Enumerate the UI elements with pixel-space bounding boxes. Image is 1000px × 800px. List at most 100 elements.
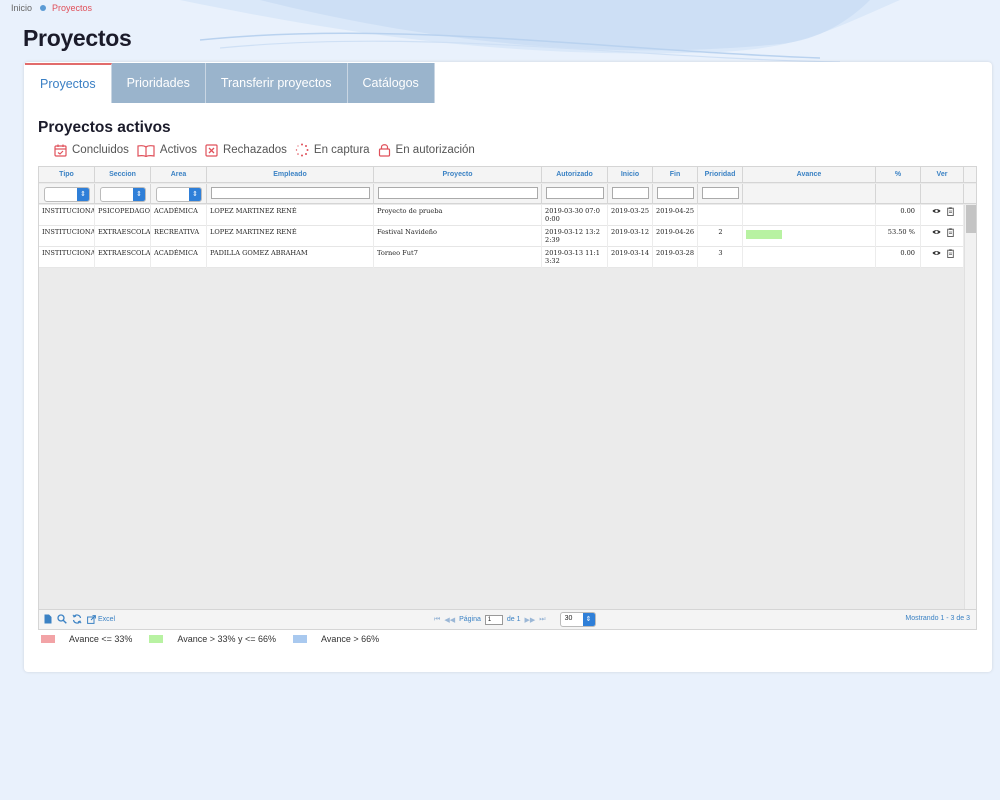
filter-cell-autorizado: [542, 184, 608, 204]
status-label: Activos: [159, 144, 197, 156]
filter-fin-input[interactable]: [657, 187, 694, 199]
filter-area-select[interactable]: ⇕: [156, 187, 202, 202]
cell-inicio: 2019-03-14: [608, 247, 653, 268]
search-icon[interactable]: [57, 614, 67, 624]
new-document-icon[interactable]: [44, 614, 52, 624]
status-concluidos: Concluidos: [54, 144, 129, 157]
column-header-empleado[interactable]: Empleado: [207, 167, 374, 183]
grid-header: Tipo Seccion Area Empleado Proyecto Auto…: [39, 167, 976, 183]
page-total-label: de 1: [506, 616, 521, 623]
column-header-porcentaje[interactable]: %: [876, 167, 921, 183]
legend-swatch-blue: [293, 635, 308, 643]
record-summary: Mostrando 1 - 3 de 3: [905, 615, 970, 622]
column-header-ver[interactable]: Ver: [921, 167, 964, 183]
cell-prioridad: 2: [698, 226, 743, 247]
eye-icon[interactable]: [932, 228, 941, 236]
cell-avance: [743, 247, 876, 268]
page-size-select[interactable]: 30 ⇕: [559, 612, 596, 627]
column-header-seccion[interactable]: Seccion: [95, 167, 151, 183]
column-header-area[interactable]: Area: [151, 167, 207, 183]
clipboard-icon[interactable]: [946, 207, 954, 216]
tab-proyectos[interactable]: Proyectos: [25, 63, 112, 103]
column-header-fin[interactable]: Fin: [653, 167, 698, 183]
prev-page-icon[interactable]: ◀◀: [444, 616, 455, 624]
eye-icon[interactable]: [932, 249, 941, 257]
avance-legend-item: Avance > 66%: [293, 634, 379, 644]
cell-tipo: INSTITUCIONAL: [39, 205, 95, 226]
filter-autorizado-input[interactable]: [546, 187, 604, 199]
section-title: Proyectos activos: [38, 119, 171, 136]
filter-cell-seccion: ⇕: [95, 184, 151, 204]
excel-export-button[interactable]: Excel: [87, 614, 115, 624]
column-header-avance[interactable]: Avance: [743, 167, 876, 183]
status-label: En autorización: [395, 144, 475, 156]
filter-prioridad-input[interactable]: [702, 187, 739, 199]
filter-cell-fin: [653, 184, 698, 204]
filter-cell-ver: [921, 184, 964, 204]
tab-prioridades[interactable]: Prioridades: [111, 63, 206, 103]
table-row[interactable]: INSTITUCIONAL EXTRAESCOLAR RECREATIVA LO…: [39, 226, 964, 247]
page-label: Página: [459, 616, 481, 623]
tab-catalogos[interactable]: Catálogos: [347, 63, 435, 103]
legend-label: Avance > 66%: [321, 634, 380, 644]
cell-autorizado: 2019-03-30 07:00:00: [542, 205, 608, 226]
clipboard-icon[interactable]: [946, 249, 954, 258]
column-header-proyecto[interactable]: Proyecto: [374, 167, 542, 183]
breadcrumb-home-link[interactable]: Inicio: [11, 3, 32, 13]
cell-tipo: INSTITUCIONAL: [39, 226, 95, 247]
cell-ver: [921, 205, 964, 226]
table-row[interactable]: INSTITUCIONAL EXTRAESCOLAR ACADÉMICA PAD…: [39, 247, 964, 268]
column-header-tipo[interactable]: Tipo: [39, 167, 95, 183]
filter-cell-area: ⇕: [151, 184, 207, 204]
column-header-inicio[interactable]: Inicio: [608, 167, 653, 183]
last-page-icon[interactable]: ⏭: [539, 616, 545, 624]
filter-cell-proyecto: [374, 184, 542, 204]
header-wave-decoration: [180, 0, 900, 63]
cell-autorizado: 2019-03-12 13:22:39: [542, 226, 608, 247]
avance-legend: Avance <= 33% Avance > 33% y <= 66% Avan…: [41, 634, 396, 644]
filter-cell-porcentaje: [876, 184, 921, 204]
first-page-icon[interactable]: ⏮: [434, 616, 440, 624]
cell-porcentaje: 0.00: [876, 247, 921, 268]
cell-proyecto: Proyecto de prueba: [374, 205, 542, 226]
tab-transferir-proyectos[interactable]: Transferir proyectos: [205, 63, 348, 103]
column-header-prioridad[interactable]: Prioridad: [698, 167, 743, 183]
legend-label: Avance <= 33%: [69, 634, 133, 644]
filter-cell-avance: [743, 184, 876, 204]
column-header-autorizado[interactable]: Autorizado: [542, 167, 608, 183]
page-title: Proyectos: [23, 25, 132, 51]
page-number-input[interactable]: 1: [484, 614, 503, 625]
filter-cell-prioridad: [698, 184, 743, 204]
legend-label: Avance > 33% y <= 66%: [177, 634, 277, 644]
select-arrows-icon: ⇕: [582, 613, 595, 626]
cell-area: ACADÉMICA: [151, 247, 207, 268]
cell-seccion: EXTRAESCOLAR: [95, 247, 151, 268]
main-card: Proyectos Prioridades Transferir proyect…: [24, 62, 992, 672]
select-arrows-icon: ⇕: [77, 188, 89, 201]
status-legend: Concluidos Activos Rechazados En captura…: [54, 143, 483, 157]
refresh-icon[interactable]: [72, 614, 82, 624]
cell-fin: 2019-04-25: [653, 205, 698, 226]
filter-seccion-select[interactable]: ⇕: [100, 187, 146, 202]
cell-ver: [921, 247, 964, 268]
scrollbar-thumb[interactable]: [966, 205, 976, 233]
filter-cell-empleado: [207, 184, 374, 204]
filter-empleado-input[interactable]: [211, 187, 370, 199]
cell-empleado: LOPEZ MARTINEZ RENÉ: [207, 226, 374, 247]
filter-tipo-select[interactable]: ⇕: [44, 187, 90, 202]
clipboard-icon[interactable]: [946, 228, 954, 237]
filter-cell-tipo: ⇕: [39, 184, 95, 204]
grid-scrollbar[interactable]: [964, 205, 976, 609]
table-row[interactable]: INSTITUCIONAL PSICOPEDAGOGICO ACADÉMICA …: [39, 205, 964, 226]
lock-icon: [378, 144, 390, 157]
cell-prioridad: 3: [698, 247, 743, 268]
grid-filter-row: ⇕ ⇕ ⇕: [39, 184, 976, 204]
eye-icon[interactable]: [932, 207, 941, 215]
cell-avance: [743, 205, 876, 226]
cell-autorizado: 2019-03-13 11:13:32: [542, 247, 608, 268]
filter-inicio-input[interactable]: [612, 187, 649, 199]
page-size-value: 30: [564, 615, 573, 622]
cell-avance: [743, 226, 876, 247]
filter-proyecto-input[interactable]: [378, 187, 538, 199]
next-page-icon[interactable]: ▶▶: [525, 616, 536, 624]
